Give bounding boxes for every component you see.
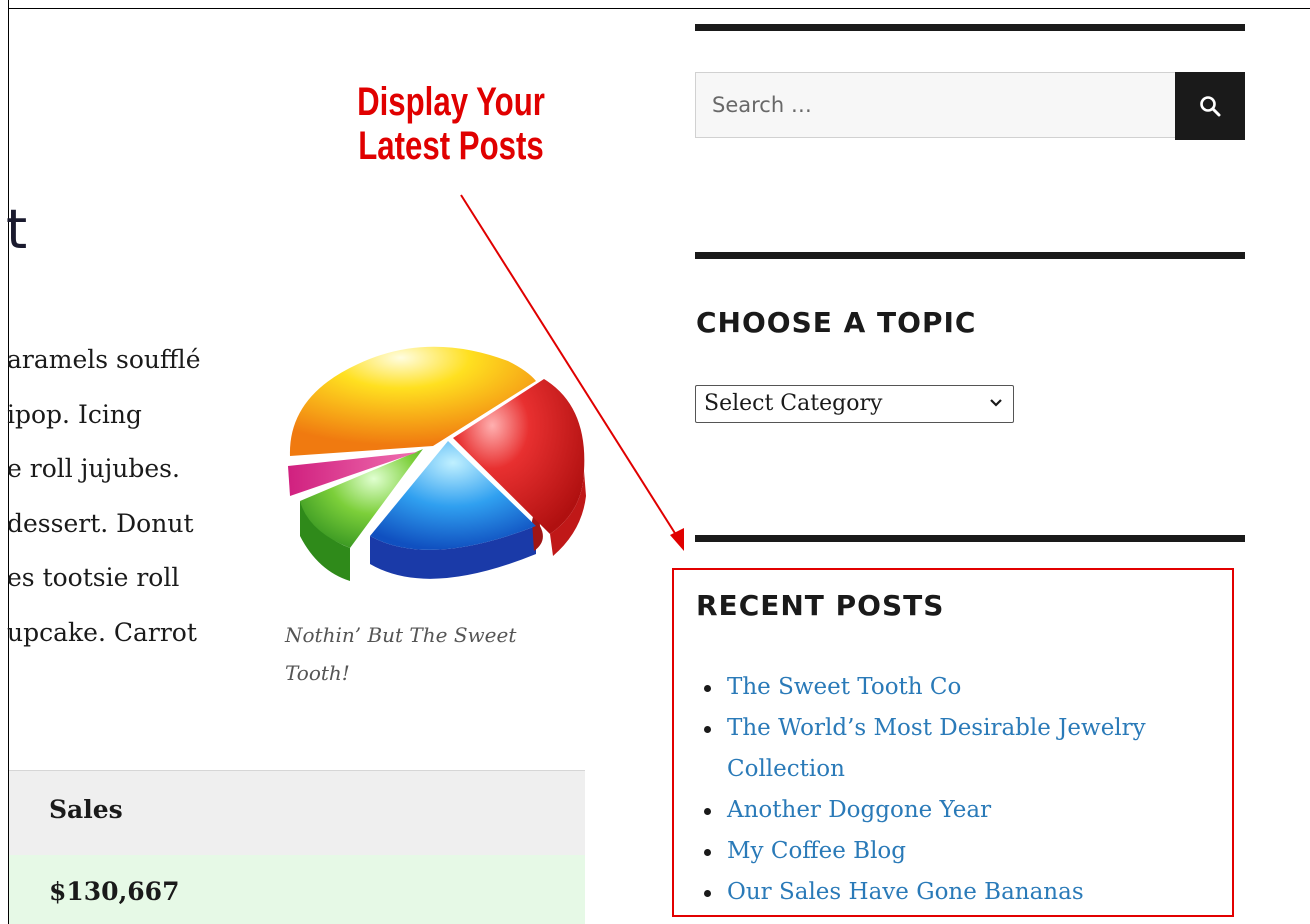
paragraph-line: e roll jujubes.	[7, 454, 180, 483]
table-row: $130,667	[9, 855, 585, 924]
post-paragraph: aramels soufflé ipop. Icing e roll jujub…	[0, 333, 255, 660]
widget-divider	[695, 535, 1245, 542]
recent-post-link[interactable]: The World’s Most Desirable Jewelry Colle…	[727, 715, 1146, 782]
recent-post-link[interactable]: Another Doggone Year	[727, 797, 991, 823]
widget-title-choose-topic: CHOOSE A TOPIC	[696, 306, 977, 339]
list-item: My Coffee Blog	[700, 831, 1220, 872]
recent-post-link[interactable]: My Coffee Blog	[727, 838, 906, 864]
widget-divider	[695, 24, 1245, 31]
paragraph-line: ipop. Icing	[7, 399, 142, 429]
recent-post-link[interactable]: The Sweet Tooth Co	[727, 674, 961, 700]
table-cell-sales: $130,667	[49, 877, 180, 906]
paragraph-line: es tootsie roll	[7, 563, 180, 592]
pie-chart-image	[278, 336, 596, 594]
category-select-value: Select Category	[704, 391, 883, 416]
chevron-down-icon	[990, 399, 1002, 407]
widget-divider	[695, 252, 1245, 259]
table-header-row: Sales	[9, 770, 585, 855]
recent-post-link[interactable]: Our Sales Have Gone Bananas	[727, 879, 1084, 905]
paragraph-line: upcake. Carrot	[7, 617, 197, 647]
paragraph-line: dessert. Donut	[7, 508, 194, 538]
image-caption: Nothin’ But The Sweet Tooth!	[285, 623, 517, 685]
search-icon	[1200, 96, 1221, 117]
search-button[interactable]	[1175, 72, 1245, 140]
screenshot-frame-top	[8, 8, 1310, 9]
annotation-line: Latest Posts	[358, 124, 544, 168]
category-select[interactable]: Select Category	[695, 385, 1014, 423]
list-item: The World’s Most Desirable Jewelry Colle…	[700, 708, 1220, 790]
post-title-fragment: t	[6, 198, 28, 261]
list-item: The Sweet Tooth Co	[700, 667, 1220, 708]
table-header-sales: Sales	[49, 795, 123, 824]
annotation-line: Display Your	[357, 80, 545, 124]
paragraph-line: aramels soufflé	[7, 345, 201, 374]
recent-posts-list: The Sweet Tooth Co The World’s Most Desi…	[700, 667, 1220, 913]
widget-title-recent-posts: RECENT POSTS	[696, 589, 945, 622]
list-item: Our Sales Have Gone Bananas	[700, 872, 1220, 913]
search-input[interactable]	[695, 72, 1175, 138]
list-item: Another Doggone Year	[700, 790, 1220, 831]
annotation-callout: Display Your Latest Posts	[354, 80, 549, 168]
